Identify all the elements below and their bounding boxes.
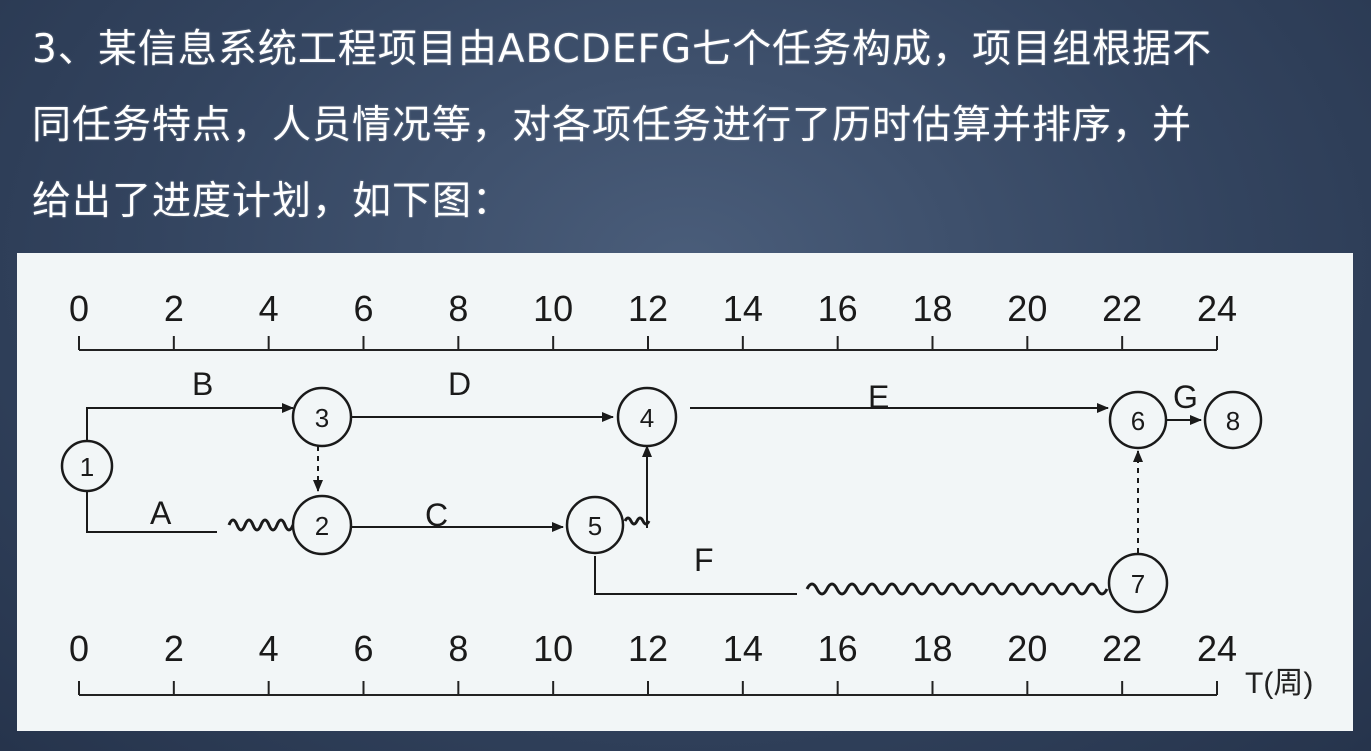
node-7-label: 7 (1131, 569, 1145, 599)
question-line-1: 3、某信息系统工程项目由ABCDEFG七个任务构成，项目组根据不 (32, 27, 1213, 72)
activity-a-float-wave (227, 518, 295, 532)
top-tick-marks (78, 336, 1218, 350)
node-6: 6 (1108, 390, 1168, 450)
node-5: 5 (565, 495, 625, 555)
activity-label-e: E (868, 379, 889, 415)
node-8: 8 (1203, 390, 1263, 450)
node-5-float-wave (623, 516, 651, 526)
question-line-2: 同任务特点，人员情况等，对各项任务进行了历时估算并排序，并 (32, 103, 1193, 148)
activity-label-g: G (1173, 379, 1198, 415)
bottom-tick-label-24: 24 (1197, 628, 1237, 669)
top-tick-label-2: 2 (164, 288, 184, 329)
activity-f-float-wave (805, 582, 1109, 596)
node-3-label: 3 (315, 403, 329, 433)
bottom-tick-labels: 0 2 4 6 8 10 12 14 16 18 20 22 24 (69, 628, 1237, 669)
question-text: 3、某信息系统工程项目由ABCDEFG七个任务构成，项目组根据不 同任务特点，人… (32, 12, 1352, 240)
top-tick-label-14: 14 (723, 288, 763, 329)
activity-label-a: A (150, 495, 172, 531)
bottom-tick-marks (78, 681, 1218, 695)
bottom-tick-label-8: 8 (448, 628, 468, 669)
bottom-tick-label-4: 4 (259, 628, 279, 669)
top-tick-label-10: 10 (533, 288, 573, 329)
node-1-label: 1 (80, 452, 94, 482)
node-4-label: 4 (640, 403, 654, 433)
node-5-label: 5 (588, 511, 602, 541)
top-tick-label-18: 18 (912, 288, 952, 329)
node-3: 3 (291, 386, 353, 448)
bottom-tick-label-18: 18 (912, 628, 952, 669)
node-2-label: 2 (315, 511, 329, 541)
bottom-timescale: 0 2 4 6 8 10 12 14 16 18 20 22 24 T(周) (69, 628, 1313, 700)
activity-label-d: D (448, 366, 471, 402)
top-tick-label-12: 12 (628, 288, 668, 329)
bottom-tick-label-20: 20 (1007, 628, 1047, 669)
bottom-tick-label-2: 2 (164, 628, 184, 669)
top-tick-label-4: 4 (259, 288, 279, 329)
top-tick-label-0: 0 (69, 288, 89, 329)
top-tick-label-8: 8 (448, 288, 468, 329)
bottom-tick-label-22: 22 (1102, 628, 1142, 669)
bottom-tick-label-16: 16 (818, 628, 858, 669)
top-tick-label-6: 6 (353, 288, 373, 329)
top-tick-label-22: 22 (1102, 288, 1142, 329)
bottom-tick-label-0: 0 (69, 628, 89, 669)
time-scaled-network-diagram: 0 2 4 6 8 10 12 14 16 18 20 22 24 0 2 4 6 8 10 12 14 16 18 20 2… (60, 288, 1313, 700)
node-4: 4 (616, 386, 678, 448)
activity-label-f: F (694, 542, 714, 578)
top-tick-label-20: 20 (1007, 288, 1047, 329)
top-tick-label-24: 24 (1197, 288, 1237, 329)
top-timescale: 0 2 4 6 8 10 12 14 16 18 20 22 24 (69, 288, 1237, 351)
node-1: 1 (60, 439, 114, 493)
question-line-3: 给出了进度计划，如下图： (32, 179, 513, 224)
node-8-label: 8 (1226, 406, 1240, 436)
bottom-tick-label-14: 14 (723, 628, 763, 669)
network-diagram-panel: 0 2 4 6 8 10 12 14 16 18 20 22 24 0 2 4 6 8 10 12 14 16 18 20 2… (17, 253, 1353, 731)
bottom-tick-label-12: 12 (628, 628, 668, 669)
bottom-tick-label-6: 6 (353, 628, 373, 669)
time-unit-label: T(周) (1245, 667, 1313, 700)
activity-b-arrow (86, 403, 294, 443)
top-tick-labels: 0 2 4 6 8 10 12 14 16 18 20 22 24 (69, 288, 1237, 329)
node-2: 2 (291, 494, 353, 556)
activity-label-c: C (425, 497, 448, 533)
bottom-tick-label-10: 10 (533, 628, 573, 669)
top-tick-label-16: 16 (818, 288, 858, 329)
activity-label-b: B (192, 366, 213, 402)
node-6-label: 6 (1131, 406, 1145, 436)
node-7: 7 (1107, 552, 1169, 614)
